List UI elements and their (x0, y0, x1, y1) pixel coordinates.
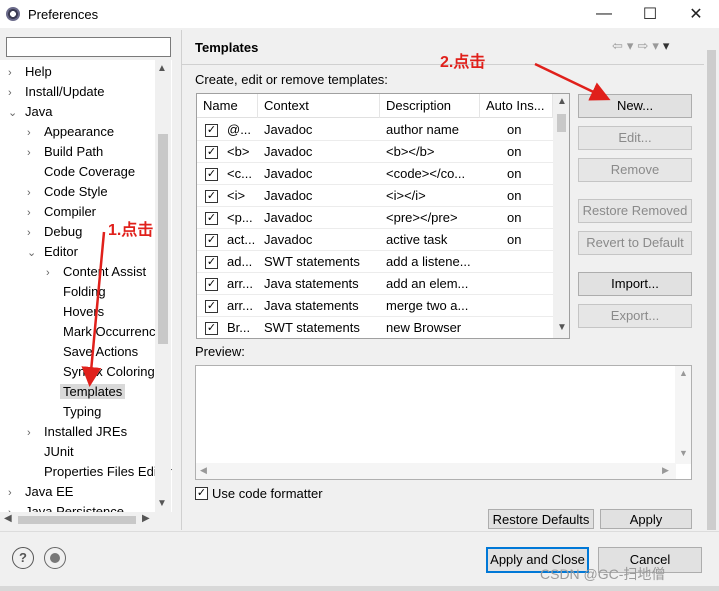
annotation-arrow-2 (534, 62, 611, 101)
taskbar-strip (0, 586, 719, 591)
watermark: CSDN @GC-扫地僧 (540, 566, 666, 582)
annotation-arrow-1 (81, 231, 106, 387)
annotation-arrows (81, 62, 611, 387)
